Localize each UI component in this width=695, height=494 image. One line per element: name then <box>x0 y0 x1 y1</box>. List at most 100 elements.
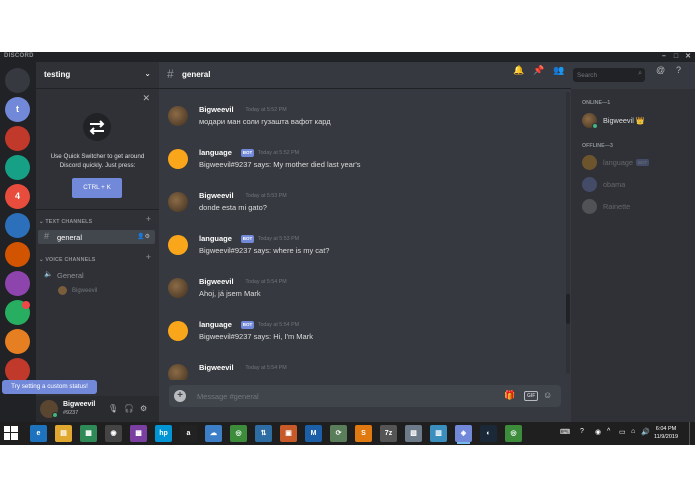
user-tag: #9237 <box>63 410 79 416</box>
taskbar-app-7zip[interactable]: 7z <box>380 425 397 442</box>
upload-plus-icon[interactable]: + <box>174 390 186 402</box>
windows-start-icon[interactable] <box>4 426 18 440</box>
message-composer[interactable]: + Message #general 🎁 GIF ☺ <box>169 385 561 407</box>
mention-icon[interactable]: @ <box>656 65 665 75</box>
taskbar-app-chrome[interactable]: ◎ <box>230 425 247 442</box>
server-icon-server-5[interactable] <box>5 213 30 238</box>
close-window-button[interactable]: ✕ <box>682 52 694 62</box>
taskbar-app-discord[interactable]: ◈ <box>455 425 472 444</box>
member-language[interactable]: language BOT <box>579 153 689 171</box>
taskbar-app-malwarebytes[interactable]: M <box>305 425 322 442</box>
server-header[interactable]: testing ⌄ <box>36 62 159 89</box>
help-icon[interactable]: ? <box>676 65 681 75</box>
network-icon[interactable]: ⌂ <box>631 428 635 435</box>
voice-user[interactable]: Bigweevil <box>58 286 97 295</box>
message-content: donde esta mi gato? <box>199 203 267 212</box>
invite-settings-icons[interactable]: 👤⚙ <box>137 233 150 240</box>
taskbar-app-app-13[interactable]: ⟳ <box>330 425 347 442</box>
taskbar-app-file-explorer[interactable]: ▤ <box>55 425 72 442</box>
server-icon-server-7[interactable] <box>5 271 30 296</box>
channel-label: general <box>57 233 83 242</box>
scrollbar-track[interactable] <box>566 92 570 374</box>
server-icon-testing[interactable]: t <box>5 97 30 122</box>
show-desktop-button[interactable] <box>689 422 695 445</box>
emoji-icon[interactable]: ☺ <box>543 390 552 400</box>
avatar[interactable] <box>168 235 188 255</box>
server-icon-server-4[interactable]: 4 <box>5 184 30 209</box>
avatar[interactable] <box>168 278 188 298</box>
taskbar-app-camera[interactable]: ◉ <box>105 425 122 442</box>
minimize-button[interactable]: – <box>658 52 670 62</box>
clock[interactable]: 6:04 PM 11/9/2019 <box>651 425 681 441</box>
add-text-channel-icon[interactable]: + <box>146 214 151 224</box>
search-box[interactable]: ⌕ <box>573 68 645 82</box>
server-icon-server-3[interactable] <box>5 155 30 180</box>
message-author[interactable]: Bigweevil <box>199 105 234 114</box>
channel-general[interactable]: # general 👤⚙ <box>38 230 155 244</box>
message-author[interactable]: language <box>199 320 232 329</box>
message-author[interactable]: Bigweevil <box>199 191 234 200</box>
taskbar-app-app-16[interactable]: ▧ <box>405 425 422 442</box>
server-icon-server-6[interactable] <box>5 242 30 267</box>
avatar[interactable] <box>168 364 188 380</box>
help-tray-icon[interactable]: ? <box>580 428 584 435</box>
server-icon-server-2[interactable] <box>5 126 30 151</box>
server-icon-home[interactable] <box>5 68 30 93</box>
quick-switcher-button[interactable]: CTRL + K <box>72 178 122 198</box>
gif-button[interactable]: GIF <box>524 391 539 401</box>
gear-icon[interactable]: ⚙ <box>140 404 147 413</box>
taskbar-app-network[interactable]: ⇅ <box>255 425 272 442</box>
taskbar-app-photos[interactable]: ▩ <box>130 425 147 442</box>
gift-icon[interactable]: 🎁 <box>504 390 515 401</box>
message-author[interactable]: Bigweevil <box>199 277 234 286</box>
message: Bigweevil Today at 5:54 PM Ahoj, já jsem M… <box>159 270 559 310</box>
message-content: Ahoj, já jsem Mark <box>199 289 261 298</box>
member-rainette[interactable]: Rainette <box>579 197 689 215</box>
maximize-button[interactable]: □ <box>670 52 682 62</box>
custom-status-tooltip[interactable]: Try setting a custom status! <box>2 380 97 394</box>
avatar[interactable] <box>168 192 188 212</box>
taskbar-app-app-17[interactable]: ▥ <box>430 425 447 442</box>
voice-channel-general[interactable]: 🔈 General <box>38 268 155 282</box>
battery-icon[interactable]: ▭ <box>619 428 626 436</box>
add-voice-channel-icon[interactable]: + <box>146 252 151 262</box>
bell-icon[interactable]: 🔔 <box>513 65 524 76</box>
message-author[interactable]: language <box>199 234 232 243</box>
taskbar-app-steam[interactable]: ◐ <box>480 425 497 442</box>
avatar[interactable] <box>168 149 188 169</box>
volume-icon[interactable]: 🔊 <box>641 428 650 436</box>
message-author[interactable]: language <box>199 148 232 157</box>
channel-label: General <box>57 271 84 280</box>
message-input[interactable]: Message #general <box>197 392 259 401</box>
tray-app-icon[interactable]: ◉ <box>595 428 601 436</box>
taskbar-app-app-11[interactable]: ▣ <box>280 425 297 442</box>
taskbar-app-chrome-2[interactable]: ◎ <box>505 425 522 442</box>
chevron-up-icon[interactable]: ^ <box>607 428 610 435</box>
text-channels-category[interactable]: ⌄ TEXT CHANNELS <box>39 219 92 225</box>
voice-channels-category[interactable]: ⌄ VOICE CHANNELS <box>39 257 96 263</box>
taskbar-app-amazon[interactable]: a <box>180 425 197 442</box>
taskbar-app-hp[interactable]: hp <box>155 425 172 442</box>
close-icon[interactable]: ✕ <box>142 93 150 104</box>
microphone-icon[interactable]: 🎙 <box>108 404 118 413</box>
search-input[interactable] <box>577 70 633 80</box>
taskbar-app-edge[interactable]: e <box>30 425 47 442</box>
taskbar-app-store[interactable]: ▦ <box>80 425 97 442</box>
taskbar-app-weather[interactable]: ☁ <box>205 425 222 442</box>
message: language BOT Today at 5:53 PM Bigweevil#923… <box>159 227 559 267</box>
headphones-icon[interactable]: 🎧 <box>124 404 134 413</box>
avatar[interactable] <box>168 106 188 126</box>
app-brand: DISCORD <box>4 53 34 59</box>
message-content: Bigweevil#9237 says: Hi, I'm Mark <box>199 332 313 341</box>
message-list: Bigweevil Today at 5:52 PM модари ман соли… <box>159 90 565 380</box>
server-icon-server-9[interactable] <box>5 329 30 354</box>
avatar[interactable] <box>168 321 188 341</box>
taskbar-app-sublime[interactable]: S <box>355 425 372 442</box>
member-bigweevil[interactable]: Bigweevil 👑 <box>579 111 689 129</box>
message-author[interactable]: Bigweevil <box>199 363 234 372</box>
member-obama[interactable]: obama <box>579 175 689 193</box>
scrollbar-thumb[interactable] <box>566 294 570 324</box>
members-icon[interactable]: 👥 <box>553 65 564 76</box>
pin-icon[interactable]: 📌 <box>533 65 544 76</box>
keyboard-icon[interactable]: ⌨ <box>560 428 570 436</box>
